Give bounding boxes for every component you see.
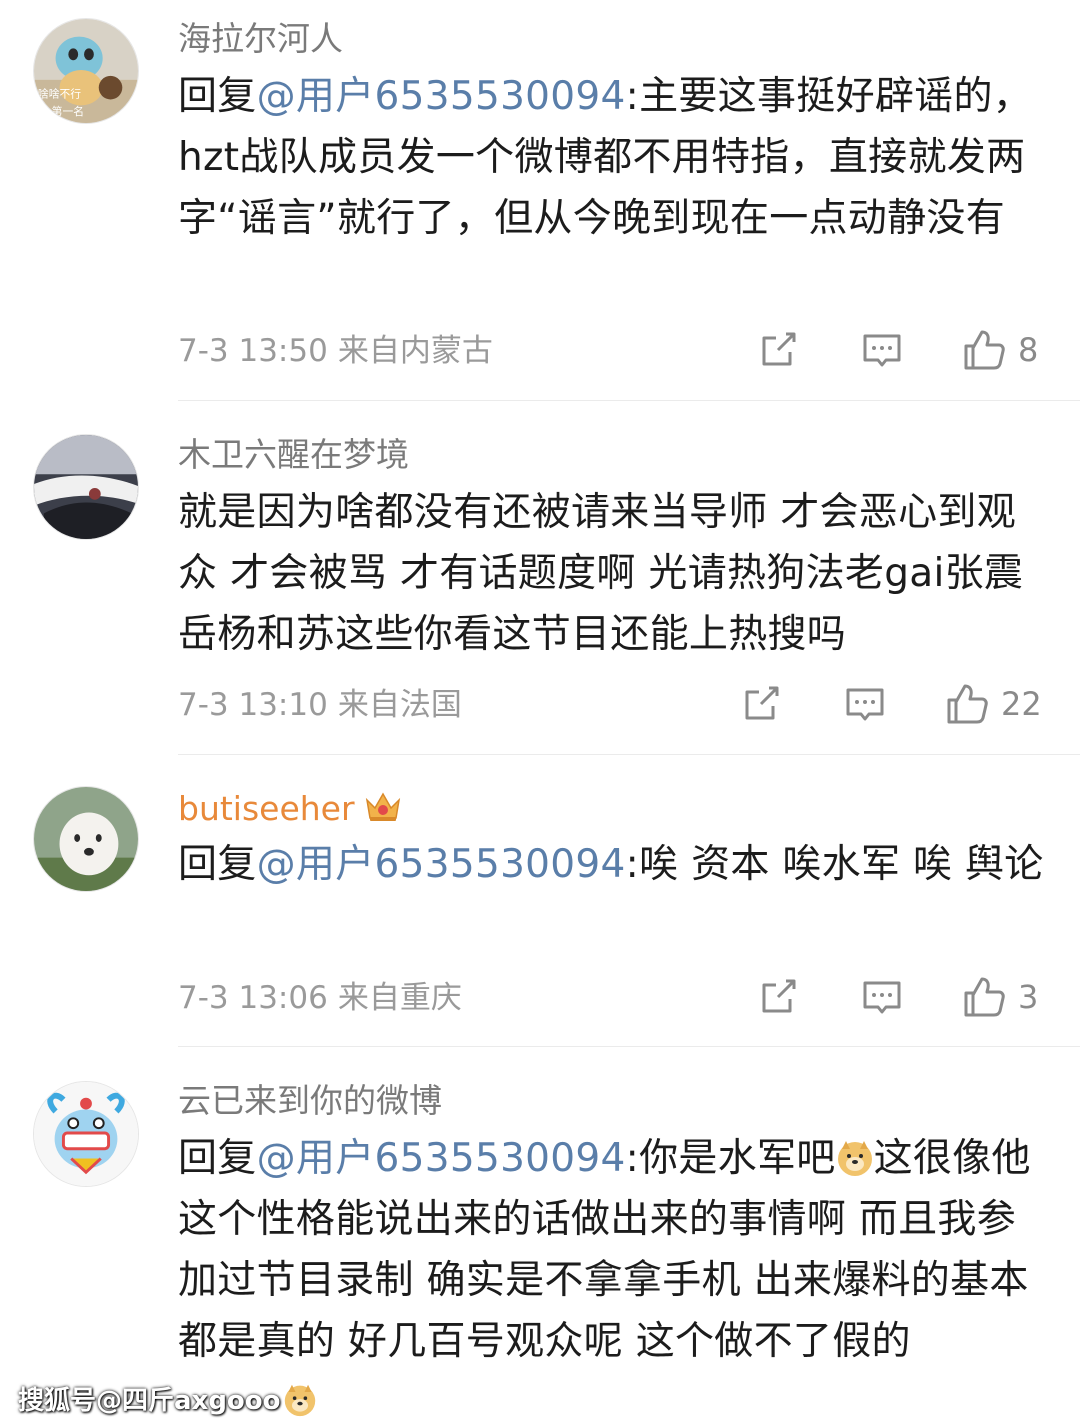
- username[interactable]: 云已来到你的微博: [178, 1081, 442, 1121]
- comment-icon[interactable]: [860, 975, 904, 1019]
- watermark: 搜狐号@四斤axgooo: [18, 1380, 317, 1417]
- comment-meta: 7-3 13:50 来自内蒙古: [178, 331, 493, 371]
- avatar[interactable]: 啥啥不行 第一名: [33, 18, 139, 124]
- comment-icon[interactable]: [843, 682, 887, 726]
- mention-link[interactable]: @用户6535530094: [257, 74, 626, 119]
- location: 来自法国: [337, 687, 462, 723]
- comment-body: 就是因为啥都没有还被请来当导师 才会恶心到观众 才会被骂 才有话题度啊 光请热狗…: [178, 490, 1024, 657]
- mention-link[interactable]: @用户6535530094: [257, 1136, 626, 1181]
- svg-text:第一名: 第一名: [52, 105, 84, 118]
- comment-body-part1: :你是水军吧: [625, 1136, 836, 1181]
- comment-text: 回复@用户6535530094:唉 资本 唉水军 唉 舆论: [178, 834, 1048, 895]
- comment-icon[interactable]: [860, 328, 904, 372]
- comment-meta: 7-3 13:10 来自法国: [178, 685, 462, 725]
- doge-emoji-icon: [837, 1141, 872, 1176]
- comment-body: :唉 资本 唉水军 唉 舆论: [625, 842, 1044, 887]
- comment-actions: 3: [756, 975, 1046, 1023]
- username[interactable]: 木卫六醒在梦境: [178, 435, 409, 475]
- like-count: 8: [1018, 331, 1039, 369]
- comment-text: 回复@用户6535530094:主要这事挺好辟谣的，hzt战队成员发一个微博都不…: [178, 66, 1048, 249]
- comment-actions: 22: [739, 682, 1046, 730]
- divider: [178, 754, 1080, 755]
- timestamp: 7-3 13:50: [178, 333, 328, 369]
- thumbs-up-icon[interactable]: [962, 975, 1006, 1019]
- thumbs-up-icon[interactable]: [962, 328, 1006, 372]
- timestamp: 7-3 13:06: [178, 980, 328, 1016]
- comment-actions: 8: [756, 328, 1046, 376]
- share-icon[interactable]: [739, 682, 783, 726]
- location: 来自重庆: [337, 980, 462, 1016]
- share-icon[interactable]: [756, 328, 800, 372]
- divider: [178, 400, 1080, 401]
- crown-badge-icon: [365, 792, 400, 821]
- thumbs-up-icon[interactable]: [945, 682, 989, 726]
- watermark-text: 搜狐号@四斤axgooo: [18, 1386, 281, 1416]
- avatar[interactable]: [33, 434, 139, 540]
- reply-prefix: 回复: [178, 842, 257, 887]
- comment-meta: 7-3 13:06 来自重庆: [178, 978, 462, 1018]
- username[interactable]: butiseeher: [178, 788, 403, 829]
- like-count: 3: [1018, 978, 1039, 1016]
- username[interactable]: 海拉尔河人: [178, 19, 343, 59]
- like-count: 22: [1001, 685, 1042, 723]
- share-icon[interactable]: [756, 975, 800, 1019]
- timestamp: 7-3 13:10: [178, 687, 328, 723]
- location: 来自内蒙古: [337, 333, 493, 369]
- avatar[interactable]: [33, 1081, 139, 1187]
- doge-emoji-icon: [284, 1384, 315, 1417]
- mention-link[interactable]: @用户6535530094: [257, 842, 626, 887]
- reply-prefix: 回复: [178, 74, 257, 119]
- comment-text: 回复@用户6535530094:你是水军吧 这很像他这个性格能说出来的话做出来的…: [178, 1128, 1048, 1372]
- reply-prefix: 回复: [178, 1136, 257, 1181]
- svg-text:啥啥不行: 啥啥不行: [38, 87, 81, 100]
- username-text[interactable]: butiseeher: [178, 789, 355, 828]
- divider: [178, 1046, 1080, 1047]
- avatar[interactable]: [33, 786, 139, 892]
